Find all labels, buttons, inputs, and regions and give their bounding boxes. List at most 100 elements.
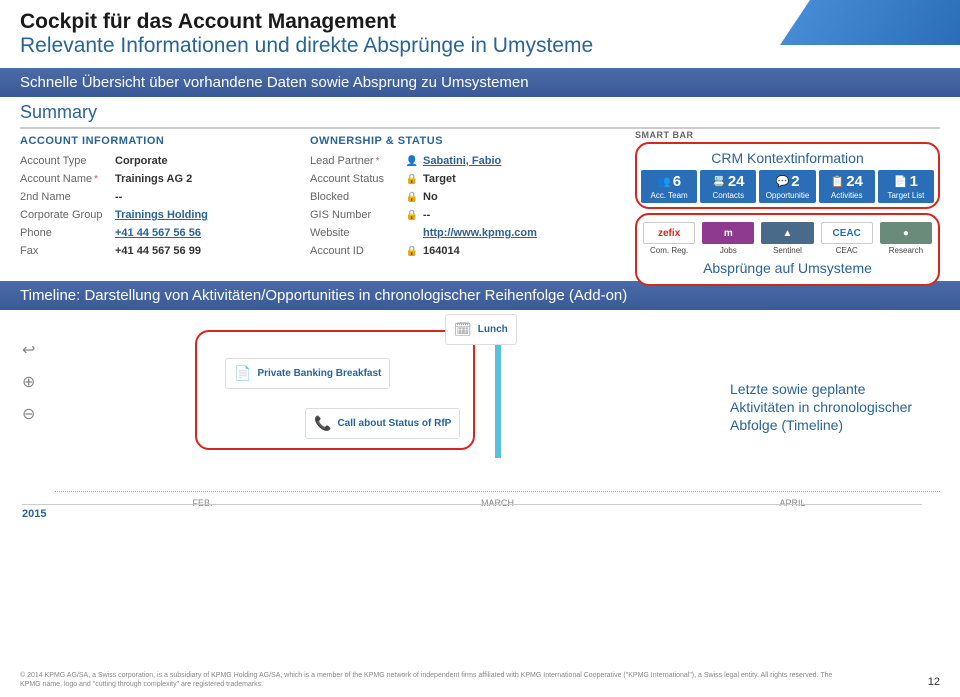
- lock-icon: 👤: [405, 156, 419, 167]
- card-text: Private Banking Breakfast: [257, 368, 381, 380]
- field-label: Fax: [20, 245, 115, 257]
- info-row: Account Name*Trainings AG 2: [20, 173, 300, 185]
- card-text: Call about Status of RfP: [337, 418, 451, 430]
- back-icon[interactable]: ↩: [22, 340, 35, 360]
- timeline-card-breakfast[interactable]: 📄 Private Banking Breakfast: [225, 358, 390, 389]
- card-text: Lunch: [478, 324, 508, 336]
- phone-icon: 📞: [314, 415, 331, 432]
- smartbar-tile[interactable]: 👥6Acc. Team: [641, 170, 697, 203]
- smartbar-ext-box: zefix Com. Reg. mJobs▲ Sentinel CEAC CEAC ● Res…: [635, 213, 940, 286]
- field-value: --: [423, 209, 430, 221]
- annotation-ext: Absprünge auf Umsysteme: [641, 258, 934, 280]
- field-label: Phone: [20, 227, 115, 239]
- account-info-label: ACCOUNT INFORMATION: [20, 135, 300, 147]
- timeline-year: 2015: [22, 504, 922, 520]
- tile-count: 24: [846, 173, 863, 190]
- lock-icon: 🔒: [405, 174, 419, 185]
- smartbar-tile[interactable]: 📋24Activities: [819, 170, 875, 203]
- ownership-label: OWNERSHIP & STATUS: [310, 135, 590, 147]
- field-value: --: [115, 191, 122, 203]
- tile-icon: 📋: [831, 175, 845, 188]
- info-row: Account TypeCorporate: [20, 155, 300, 167]
- document-icon: 📄: [234, 365, 251, 382]
- external-tile[interactable]: ▲ Sentinel: [759, 219, 815, 258]
- info-row: Lead Partner*👤 Sabatini, Fabio: [310, 155, 590, 167]
- tile-label: Activities: [821, 191, 873, 200]
- field-label: Website: [310, 227, 405, 239]
- footer: © 2014 KPMG AG/SA, a Swiss corporation, …: [20, 672, 940, 689]
- brand-icon: ●: [880, 222, 932, 244]
- field-value: Target: [423, 173, 456, 185]
- tile-icon: 📇: [712, 175, 726, 188]
- external-tile[interactable]: ● Research: [878, 219, 934, 258]
- field-value[interactable]: +41 44 567 56 56: [115, 227, 201, 239]
- info-row: Phone+41 44 567 56 56: [20, 227, 300, 239]
- timeline-card-lunch[interactable]: 🗓 Lunch: [445, 314, 517, 345]
- tile-label: Opportunitie: [761, 191, 813, 200]
- ext-label: Com. Reg.: [643, 246, 695, 255]
- ext-label: Jobs: [702, 246, 754, 255]
- external-tile[interactable]: zefix Com. Reg.: [641, 219, 697, 258]
- tile-label: Contacts: [702, 191, 754, 200]
- timeline-card-call[interactable]: 📞 Call about Status of RfP: [305, 408, 460, 439]
- ext-label: Sentinel: [761, 246, 813, 255]
- field-label: Account Status: [310, 173, 405, 185]
- brand-icon: CEAC: [821, 222, 873, 244]
- summary-heading: Summary: [20, 102, 940, 129]
- ext-label: CEAC: [821, 246, 873, 255]
- timeline-controls: ↩ ⊕ ⊖: [22, 340, 35, 424]
- field-label: 2nd Name: [20, 191, 115, 203]
- banner-overview: Schnelle Übersicht über vorhandene Daten…: [0, 68, 960, 97]
- field-label: Account Type: [20, 155, 115, 167]
- smartbar-label: SMART BAR: [635, 130, 940, 140]
- ext-label: Research: [880, 246, 932, 255]
- annotation-crm: CRM Kontextinformation: [641, 148, 934, 170]
- tile-count: 1: [910, 173, 918, 190]
- info-row: Fax+41 44 567 56 99: [20, 245, 300, 257]
- smartbar-crm-box: CRM Kontextinformation 👥6Acc. Team📇24Con…: [635, 142, 940, 209]
- calendar-icon: 🗓: [454, 321, 472, 338]
- lock-icon: 🔒: [405, 246, 419, 257]
- info-row: Website http://www.kpmg.com: [310, 227, 590, 239]
- field-value: Trainings AG 2: [115, 173, 192, 185]
- info-row: Blocked🔒 No: [310, 191, 590, 203]
- tile-icon: 💬: [775, 175, 789, 188]
- field-label: Lead Partner*: [310, 155, 405, 167]
- info-row: 2nd Name--: [20, 191, 300, 203]
- field-label: Corporate Group: [20, 209, 115, 221]
- field-value: Corporate: [115, 155, 168, 167]
- field-label: GIS Number: [310, 209, 405, 221]
- field-value[interactable]: Trainings Holding: [115, 209, 208, 221]
- timeline-axis: [55, 491, 940, 492]
- smartbar-tile[interactable]: 📇24Contacts: [700, 170, 756, 203]
- external-tile[interactable]: mJobs: [700, 219, 756, 258]
- field-label: Account ID: [310, 245, 405, 257]
- field-label: Blocked: [310, 191, 405, 203]
- tile-count: 24: [728, 173, 745, 190]
- field-value: 164014: [423, 245, 460, 257]
- info-row: Account Status🔒 Target: [310, 173, 590, 185]
- field-label: Account Name*: [20, 173, 115, 185]
- zoom-in-icon[interactable]: ⊕: [22, 372, 35, 392]
- smartbar-tile[interactable]: 💬2Opportunitie: [759, 170, 815, 203]
- lock-icon: 🔒: [405, 210, 419, 221]
- page-number: 12: [928, 676, 940, 689]
- smartbar-tile[interactable]: 📄1Target List: [878, 170, 934, 203]
- tile-icon: 👥: [657, 175, 671, 188]
- info-row: GIS Number🔒 --: [310, 209, 590, 221]
- field-value: No: [423, 191, 438, 203]
- info-row: Account ID🔒 164014: [310, 245, 590, 257]
- tile-count: 6: [673, 173, 681, 190]
- zoom-out-icon[interactable]: ⊖: [22, 404, 35, 424]
- info-row: Corporate GroupTrainings Holding: [20, 209, 300, 221]
- lock-icon: 🔒: [405, 192, 419, 203]
- field-value[interactable]: http://www.kpmg.com: [423, 227, 537, 239]
- corner-decoration: [780, 0, 960, 45]
- field-value: +41 44 567 56 99: [115, 245, 201, 257]
- external-tile[interactable]: CEAC CEAC: [819, 219, 875, 258]
- annotation-timeline: Letzte sowie geplante Aktivitäten in chr…: [730, 380, 930, 435]
- brand-icon: ▲: [761, 222, 813, 244]
- field-value[interactable]: Sabatini, Fabio: [423, 155, 501, 167]
- footer-text: © 2014 KPMG AG/SA, a Swiss corporation, …: [20, 672, 840, 689]
- brand-icon: zefix: [643, 222, 695, 244]
